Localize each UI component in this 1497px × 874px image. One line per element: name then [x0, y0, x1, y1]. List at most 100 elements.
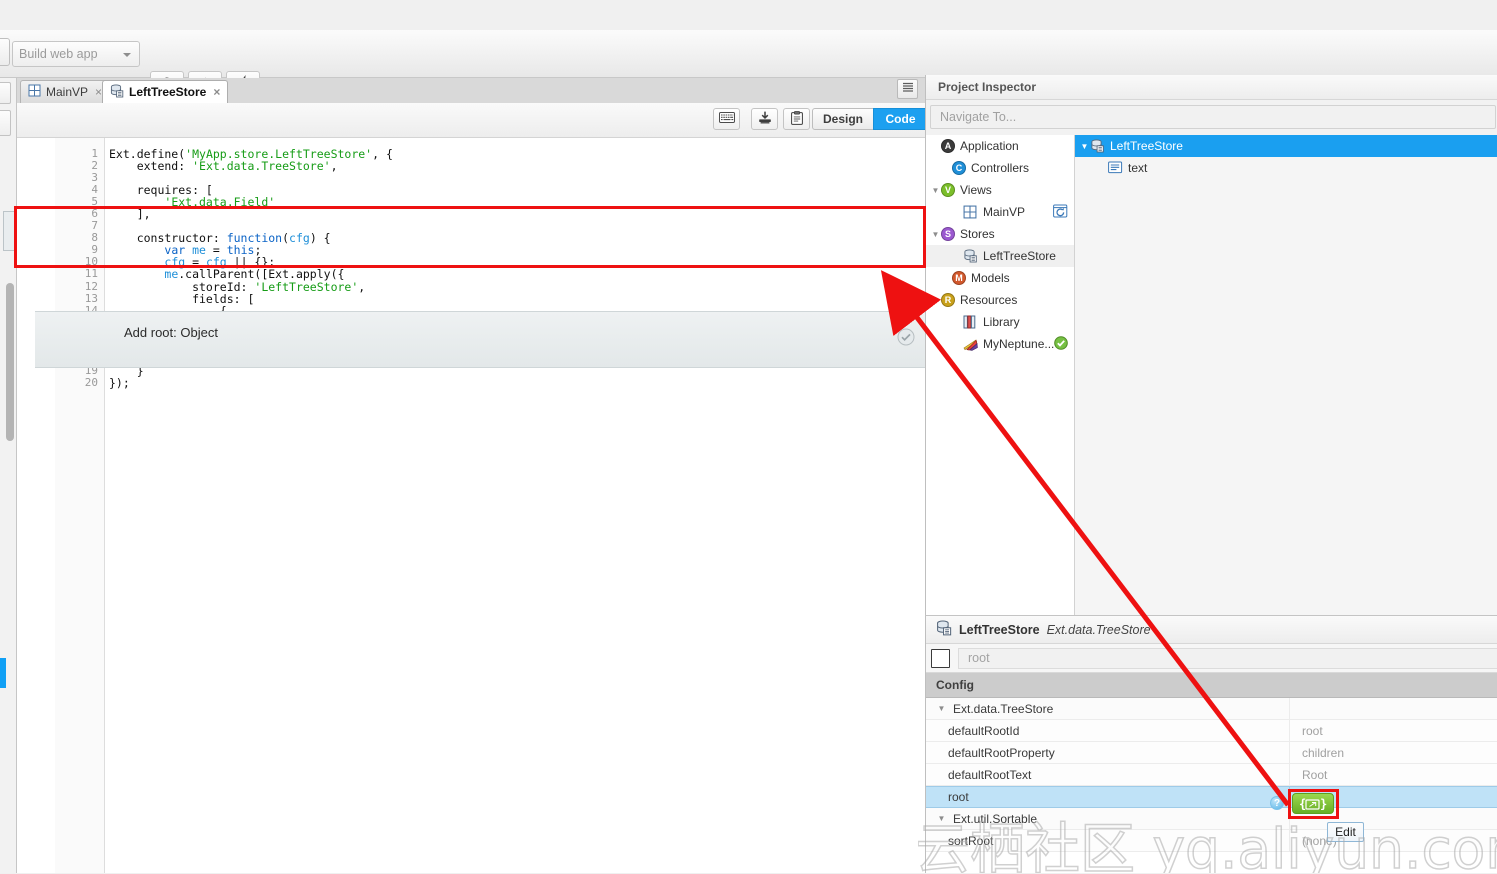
- sidebar-item-myneptune[interactable]: MyNeptune...: [926, 333, 1074, 355]
- library-icon: [963, 315, 978, 329]
- viewport-icon: [963, 205, 978, 219]
- tab-label: MainVP: [46, 85, 89, 99]
- chevron-down-icon[interactable]: ▼: [930, 296, 941, 305]
- navigate-to-input[interactable]: Navigate To...: [930, 105, 1496, 129]
- sidebar-item-application[interactable]: A Application: [926, 135, 1074, 157]
- category-icon-s: S: [941, 227, 955, 241]
- config-property-value[interactable]: (none): [1289, 830, 1497, 851]
- tab-mainvp[interactable]: MainVP ×: [20, 80, 111, 103]
- store-icon: [963, 249, 978, 263]
- sidebar-item-label: Views: [960, 183, 992, 197]
- store-icon: [110, 83, 124, 101]
- close-icon[interactable]: ×: [95, 85, 102, 99]
- code-left-margin: [17, 138, 55, 873]
- chevron-down-icon[interactable]: ▼: [930, 186, 941, 195]
- project-inspector-panel: Project Inspector Navigate To... A Applic…: [925, 75, 1497, 615]
- rail-panel-button-1[interactable]: [0, 82, 11, 104]
- chevron-down-icon[interactable]: ▼: [936, 814, 947, 823]
- design-mode-button[interactable]: Design: [812, 108, 874, 130]
- sidebar-item-mainvp[interactable]: MainVP: [926, 201, 1074, 223]
- line-number: 12: [84, 279, 98, 293]
- config-property-name: sortRoot: [948, 833, 994, 848]
- config-filter-value: root: [968, 651, 990, 665]
- clipboard-button[interactable]: [783, 108, 810, 130]
- chevron-down-icon[interactable]: ▼: [936, 704, 947, 713]
- check-green-icon[interactable]: [1054, 336, 1068, 353]
- chevron-down-icon[interactable]: ▼: [1079, 142, 1090, 151]
- sidebar-item-controllers[interactable]: C Controllers: [926, 157, 1074, 179]
- sidebar-item-lefttreestore[interactable]: LeftTreeStore: [926, 245, 1074, 267]
- category-icon-m: M: [952, 271, 966, 285]
- config-row[interactable]: sortRoot (none): [926, 830, 1497, 852]
- app-window: Build web app MainVP × LeftTreeStore × D…: [0, 0, 1497, 873]
- sidebar-item-resources[interactable]: ▼ R Resources: [926, 289, 1074, 311]
- config-property-value[interactable]: [1289, 698, 1497, 719]
- config-property-value[interactable]: root: [1289, 720, 1497, 741]
- tab-label: LeftTreeStore: [129, 85, 207, 99]
- config-property-name: defaultRootId: [948, 723, 1020, 738]
- sidebar-item-label: Library: [983, 315, 1020, 329]
- detail-tree-item-lefttreestore[interactable]: ▼ LeftTreeStore: [1075, 135, 1497, 157]
- config-row[interactable]: ▼ Ext.util.Sortable: [926, 808, 1497, 830]
- config-filter-checkbox[interactable]: [931, 648, 950, 668]
- config-row[interactable]: ▼ Ext.data.TreeStore: [926, 698, 1497, 720]
- config-property-value[interactable]: children: [1289, 742, 1497, 763]
- config-rows[interactable]: ▼ Ext.data.TreeStore defaultRootId root defa…: [926, 698, 1497, 874]
- close-icon[interactable]: ×: [213, 85, 220, 99]
- category-icon-v: V: [941, 183, 955, 197]
- tab-lefttreestore[interactable]: LeftTreeStore ×: [102, 80, 229, 103]
- sidebar-item-label: LeftTreeStore: [983, 249, 1056, 263]
- config-panel-header: LeftTreeStore Ext.data.TreeStore: [926, 616, 1497, 644]
- toolbar-left-nub: [0, 38, 10, 66]
- refresh-icon[interactable]: [1053, 204, 1068, 221]
- chevron-down-icon: [123, 53, 131, 57]
- sidebar-item-views[interactable]: ▼ V Views: [926, 179, 1074, 201]
- line-number: 13: [84, 291, 98, 305]
- config-group-label: Ext.util.Sortable: [953, 811, 1038, 826]
- config-filter-input[interactable]: root: [958, 647, 1497, 669]
- clipboard-icon: [790, 110, 803, 128]
- sidebar-item-library[interactable]: Library: [926, 311, 1074, 333]
- config-property-name: defaultRootProperty: [948, 745, 1055, 760]
- tab-overflow-menu-button[interactable]: [897, 79, 918, 99]
- config-row[interactable]: defaultRootText Root: [926, 764, 1497, 786]
- main-toolbar: Build web app: [0, 30, 1497, 97]
- rail-scrollbar-thumb[interactable]: [6, 283, 14, 441]
- edit-object-button[interactable]: { }: [1292, 793, 1334, 814]
- config-property-value[interactable]: Root: [1289, 764, 1497, 785]
- config-group-label: Ext.data.TreeStore: [953, 701, 1054, 716]
- code-mode-button[interactable]: Code: [873, 108, 928, 130]
- hamburger-menu-icon: [902, 82, 914, 96]
- code-area[interactable]: 1234567891011121314151617181920 Ext.defi…: [17, 138, 925, 873]
- theme-icon: [963, 337, 978, 351]
- download-save-icon: [758, 111, 772, 128]
- checkmark-circle-icon[interactable]: [897, 328, 915, 346]
- node-detail-tree[interactable]: ▼ LeftTreeStore text: [1074, 135, 1497, 615]
- rail-panel-button-2[interactable]: [0, 110, 11, 136]
- category-icon-r: R: [941, 293, 955, 307]
- detail-tree-item-text[interactable]: text: [1075, 157, 1497, 179]
- line-number: 20: [84, 375, 98, 389]
- store-icon: [1090, 139, 1105, 153]
- save-snapshot-button[interactable]: [751, 108, 778, 130]
- sidebar-item-label: MyNeptune...: [983, 337, 1055, 351]
- add-root-label: Add root: Object: [124, 325, 218, 340]
- config-row[interactable]: defaultRootId root: [926, 720, 1497, 742]
- field-icon: [1108, 161, 1123, 175]
- sidebar-item-label: Resources: [960, 293, 1018, 307]
- config-row[interactable]: root: [926, 786, 1497, 808]
- window-top-strip: [0, 0, 1497, 30]
- add-root-inline-widget[interactable]: Add root: Object: [35, 311, 925, 368]
- project-tree[interactable]: A Application C Controllers ▼ V Views MainVP ▼ S S…: [926, 135, 1074, 615]
- keyboard-shortcuts-button[interactable]: [713, 108, 740, 130]
- category-icon-a: A: [941, 139, 955, 153]
- sidebar-item-stores[interactable]: ▼ S Stores: [926, 223, 1074, 245]
- config-target-type: Ext.data.TreeStore: [1046, 622, 1151, 637]
- config-row[interactable]: defaultRootProperty children: [926, 742, 1497, 764]
- build-target-combo[interactable]: Build web app: [12, 41, 140, 67]
- config-group-name: ▼ Ext.data.TreeStore: [926, 702, 1289, 716]
- edit-tooltip: Edit: [1327, 822, 1364, 842]
- chevron-down-icon[interactable]: ▼: [930, 230, 941, 239]
- help-question-icon[interactable]: ?: [1270, 796, 1284, 810]
- sidebar-item-models[interactable]: M Models: [926, 267, 1074, 289]
